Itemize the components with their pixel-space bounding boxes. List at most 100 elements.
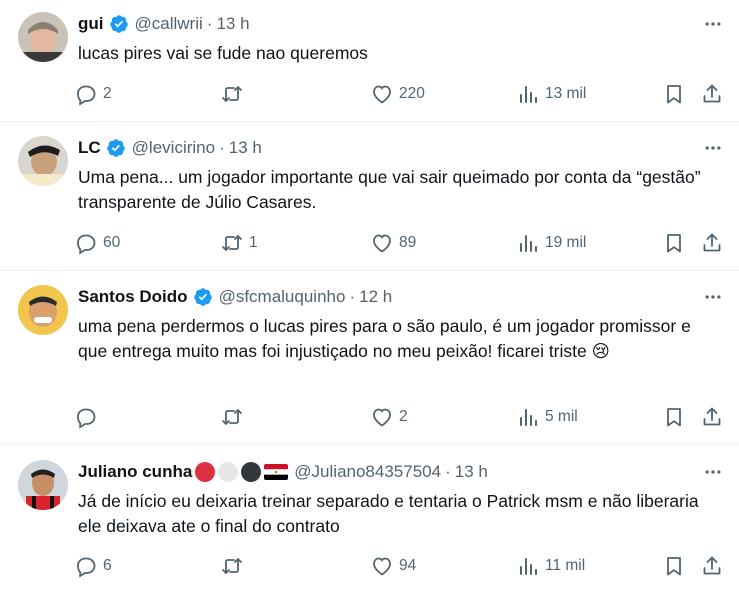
bookmark-button[interactable]	[662, 552, 686, 580]
like-count: 2	[399, 408, 408, 425]
bookmark-icon	[667, 408, 681, 427]
display-name[interactable]: Santos Doido	[78, 287, 188, 307]
user-handle[interactable]: @sfcmaluquinho	[219, 287, 346, 307]
retweet-icon	[222, 235, 242, 251]
timestamp[interactable]: 13 h	[229, 138, 262, 158]
reply-count: 2	[103, 85, 112, 102]
like-count: 94	[399, 557, 417, 574]
display-name[interactable]: Juliano cunha	[78, 462, 192, 482]
views-icon	[520, 86, 537, 103]
reply-count: 60	[103, 234, 121, 251]
bookmark-button[interactable]	[662, 80, 686, 108]
tweet-4[interactable]: Juliano cunha @Juliano84357504 · 13 h Já…	[0, 445, 739, 602]
separator-dot: ·	[349, 287, 356, 306]
share-button[interactable]	[700, 80, 724, 108]
tweet-text: uma pena perdermos o lucas pires para o …	[78, 316, 696, 361]
avatar[interactable]	[18, 285, 68, 335]
like-count: 220	[399, 85, 425, 102]
views-button[interactable]: 13 mil	[516, 80, 586, 108]
more-options-icon[interactable]	[701, 460, 725, 484]
reply-button[interactable]	[74, 403, 103, 431]
reply-icon	[77, 557, 96, 578]
bookmark-button[interactable]	[662, 229, 686, 257]
avatar[interactable]	[18, 460, 68, 510]
tweet-3[interactable]: Santos Doido @sfcmaluquinho · 12 h uma p…	[0, 271, 739, 445]
share-icon	[703, 407, 721, 426]
timestamp[interactable]: 13 h	[455, 462, 488, 482]
reply-icon	[77, 234, 96, 255]
reply-count: 6	[103, 557, 112, 574]
timestamp[interactable]: 13 h	[216, 14, 249, 34]
like-button[interactable]: 94	[370, 552, 416, 580]
reply-button[interactable]: 2	[74, 80, 112, 108]
views-icon	[520, 235, 537, 252]
heart-icon	[373, 234, 391, 253]
views-count: 5 mil	[545, 408, 578, 425]
more-options-icon[interactable]	[701, 285, 725, 309]
tweet-text: Já de início eu deixaria treinar separad…	[78, 491, 704, 536]
retweet-button[interactable]	[220, 552, 249, 580]
reply-button[interactable]: 60	[74, 229, 120, 257]
bookmark-icon	[667, 234, 681, 253]
reply-button[interactable]: 6	[74, 552, 112, 580]
display-name[interactable]: gui	[78, 14, 104, 34]
views-icon	[520, 409, 537, 426]
views-count: 13 mil	[545, 85, 587, 102]
share-button[interactable]	[700, 403, 724, 431]
tweet-actions: 2 5 mil	[74, 403, 724, 431]
like-count: 89	[399, 234, 417, 251]
bookmark-button[interactable]	[662, 403, 686, 431]
user-handle[interactable]: @callwrii	[135, 14, 203, 34]
separator-dot: ·	[445, 462, 451, 481]
more-options-icon[interactable]	[701, 12, 725, 36]
views-icon	[520, 558, 537, 575]
tweet-actions: 60 1 89 19 mil	[74, 229, 724, 257]
retweet-icon	[222, 409, 242, 425]
heart-icon	[373, 408, 391, 427]
like-button[interactable]: 2	[370, 403, 408, 431]
display-name[interactable]: LC	[78, 138, 101, 158]
separator-dot: ·	[206, 14, 213, 33]
share-button[interactable]	[700, 229, 724, 257]
bookmark-icon	[667, 85, 681, 104]
heart-icon	[373, 557, 391, 576]
more-options-icon[interactable]	[701, 136, 725, 160]
tweet-text: lucas pires vai se fude nao queremos	[78, 43, 368, 63]
timestamp[interactable]: 12 h	[359, 287, 392, 307]
share-icon	[703, 84, 721, 103]
retweet-button[interactable]	[220, 403, 249, 431]
like-button[interactable]: 89	[370, 229, 416, 257]
retweet-button[interactable]	[220, 80, 249, 108]
retweet-button[interactable]: 1	[220, 229, 258, 257]
like-button[interactable]: 220	[370, 80, 425, 108]
verified-badge-icon	[106, 138, 126, 158]
share-button[interactable]	[700, 552, 724, 580]
tweet-2[interactable]: LC @levicirino · 13 h Uma pena... um jog…	[0, 122, 739, 271]
tweet-actions: 6 94 11 mil	[74, 552, 724, 580]
views-count: 19 mil	[545, 234, 587, 251]
tweet-text: Uma pena... um jogador importante que va…	[78, 167, 706, 212]
retweet-icon	[222, 558, 242, 574]
black-circle-icon	[241, 462, 262, 482]
red-circle-icon	[195, 462, 216, 482]
reply-icon	[77, 408, 96, 429]
separator-dot: ·	[219, 138, 225, 157]
views-button[interactable]: 19 mil	[516, 229, 586, 257]
flag-icon	[264, 464, 289, 480]
retweet-count: 1	[249, 234, 258, 251]
avatar[interactable]	[18, 12, 68, 62]
bookmark-icon	[667, 557, 681, 576]
tweet-actions: 2 220 13 mil	[74, 80, 724, 108]
verified-badge-icon	[193, 287, 213, 307]
reply-icon	[77, 85, 96, 106]
views-count: 11 mil	[545, 557, 586, 574]
share-icon	[703, 556, 721, 575]
user-handle[interactable]: @levicirino	[132, 138, 215, 158]
views-button[interactable]: 5 mil	[516, 403, 578, 431]
views-button[interactable]: 11 mil	[516, 552, 585, 580]
retweet-icon	[222, 86, 242, 102]
user-handle[interactable]: @Juliano84357504	[294, 462, 441, 482]
avatar[interactable]	[18, 136, 68, 186]
white-circle-icon	[218, 462, 239, 482]
tweet-1[interactable]: gui @callwrii · 13 h lucas pires vai se …	[0, 0, 739, 122]
